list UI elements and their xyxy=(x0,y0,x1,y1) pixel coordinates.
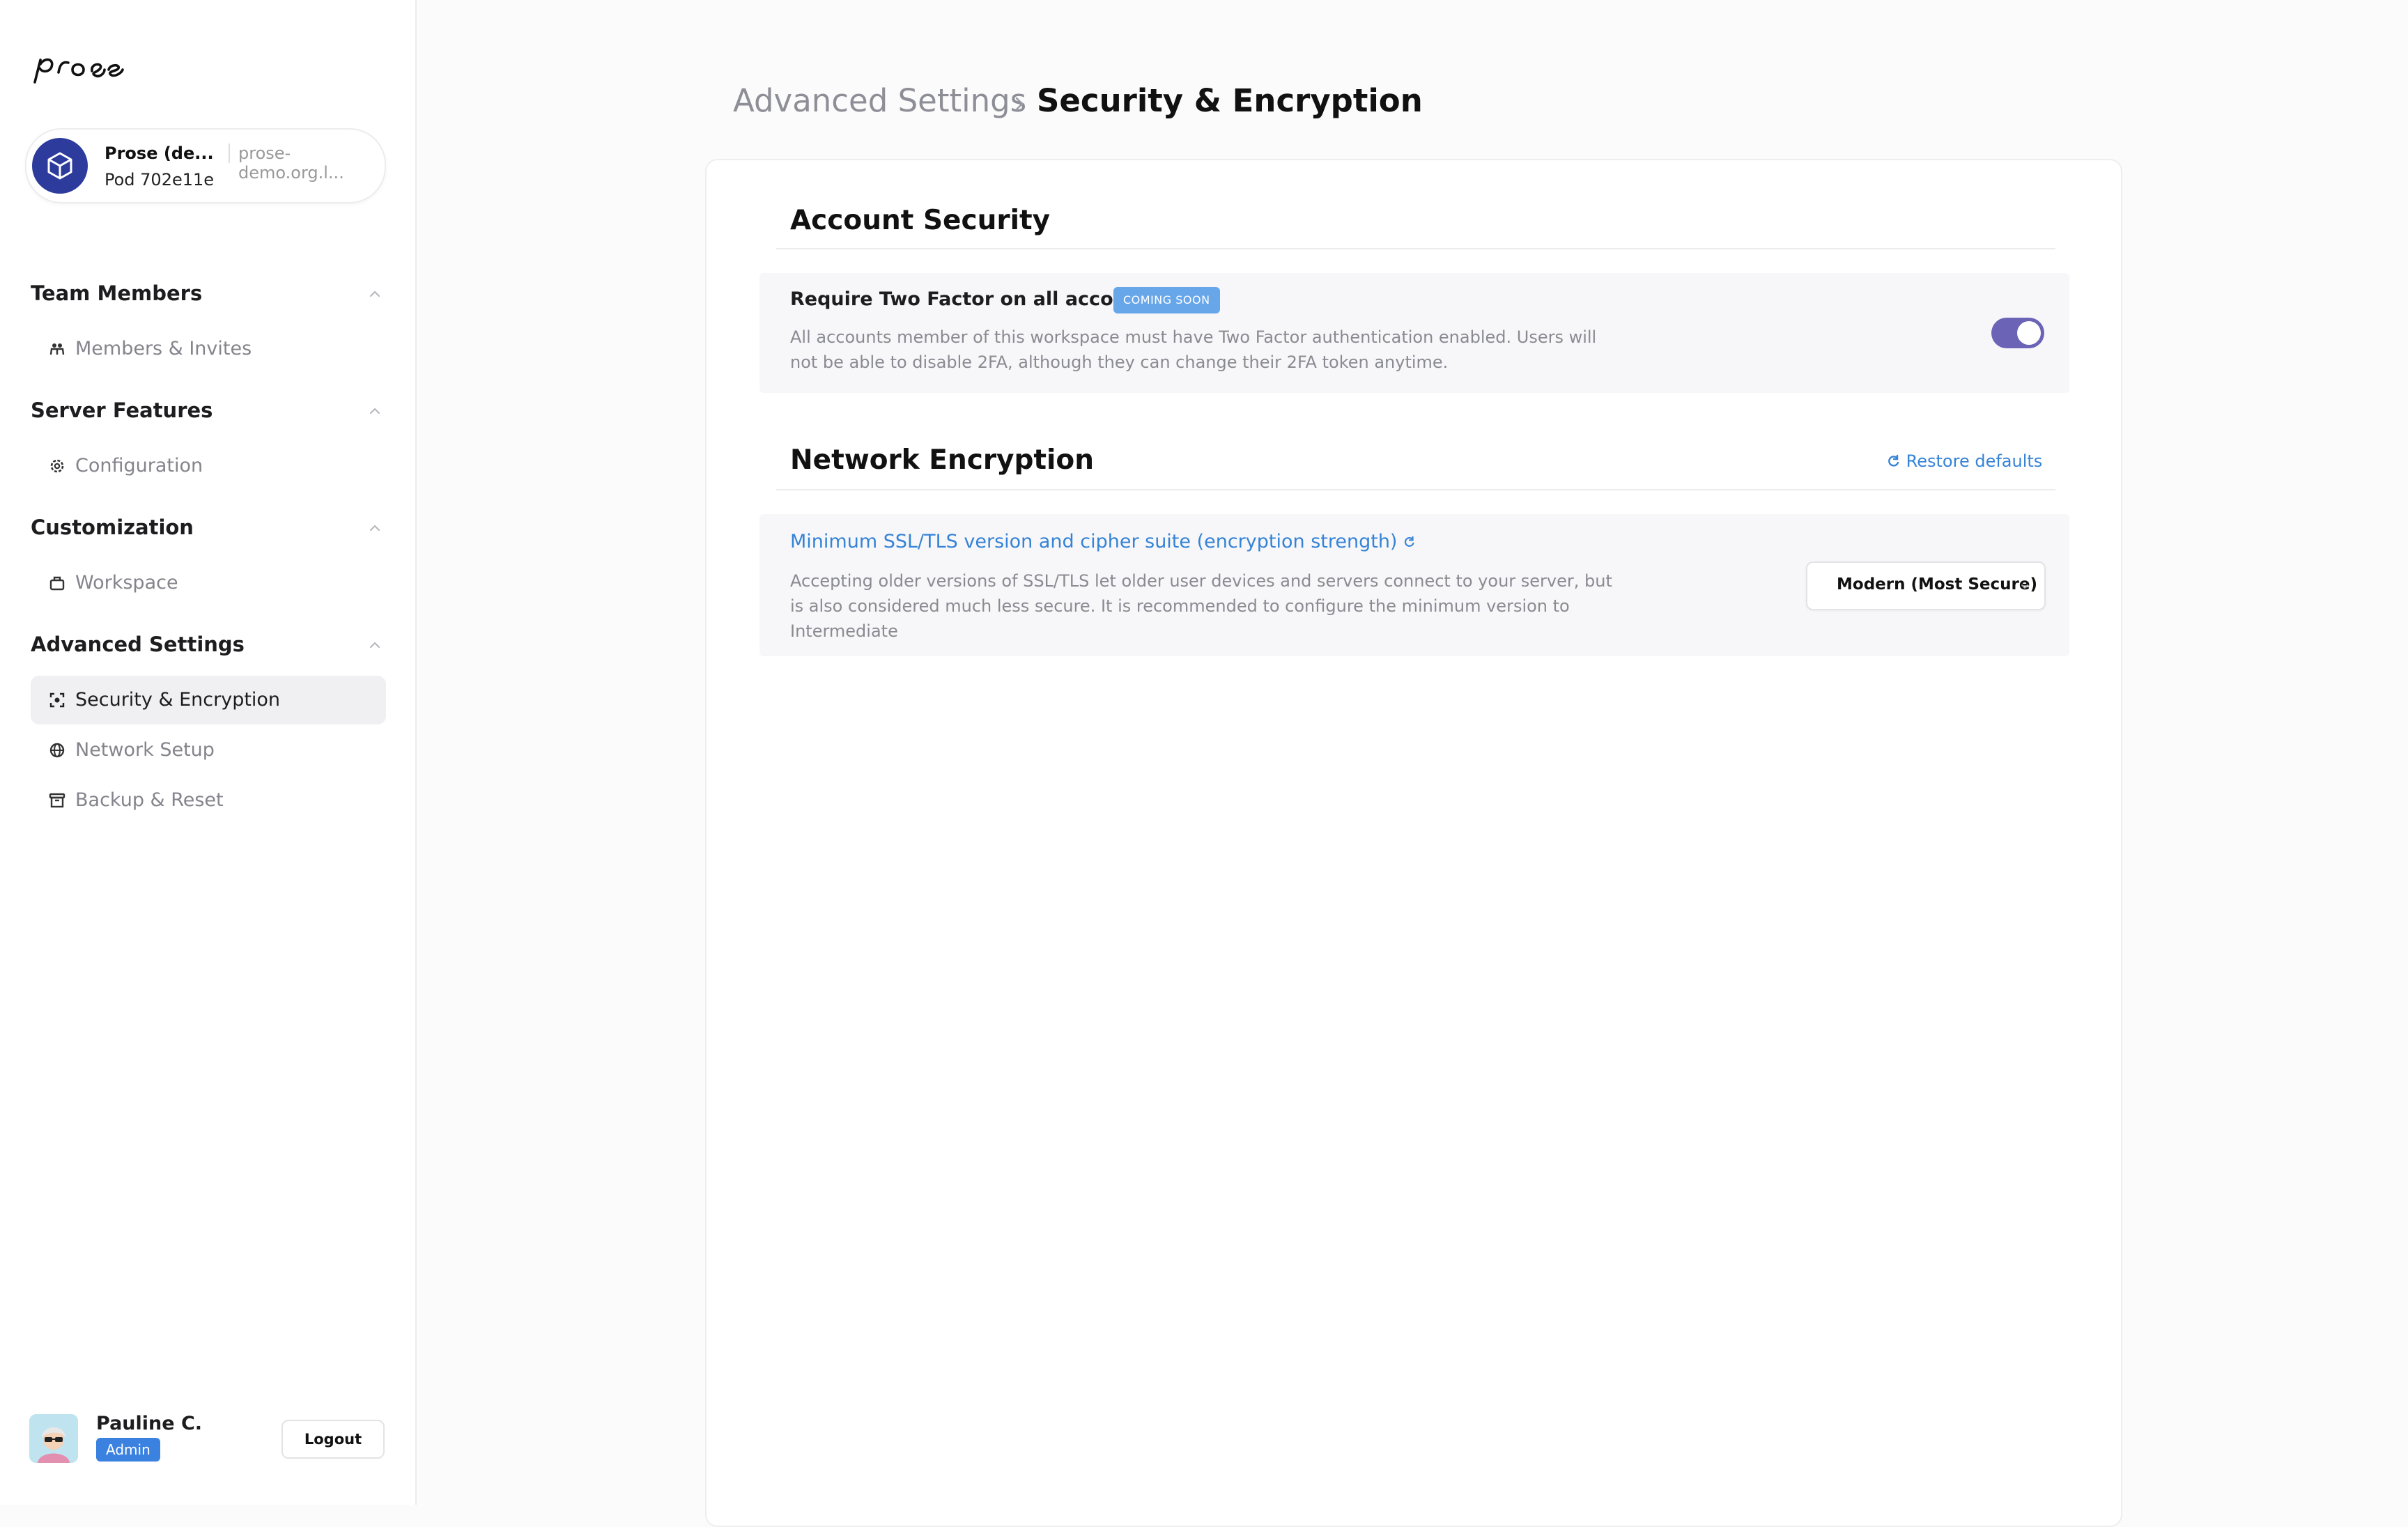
globe-icon xyxy=(49,743,65,758)
pod-separator xyxy=(229,144,230,163)
tls-version-select[interactable]: Modern (Most Secure) xyxy=(1806,561,2046,610)
page-title: Security & Encryption xyxy=(1037,82,1423,119)
sidebar-item-label: Network Setup xyxy=(75,739,215,761)
pod-switcher[interactable]: Prose (de... prose-demo.org.l... Pod 702… xyxy=(25,128,386,203)
two-factor-row: Require Two Factor on all accounts COMIN… xyxy=(759,273,2069,393)
divider xyxy=(776,489,2055,490)
refresh-icon xyxy=(1888,454,1899,467)
chevron-down-icon xyxy=(2021,584,2028,589)
chevron-up-icon[interactable] xyxy=(368,521,382,535)
network-encryption-title: Network Encryption xyxy=(790,444,1094,476)
sidebar-item-workspace[interactable]: Workspace xyxy=(31,559,386,607)
sidebar-item-configuration[interactable]: Configuration xyxy=(31,442,386,490)
section-title-advanced-settings[interactable]: Advanced Settings xyxy=(31,633,245,656)
restore-defaults-label: Restore defaults xyxy=(1906,451,2043,471)
two-factor-toggle[interactable] xyxy=(1991,318,2044,348)
select-value: Modern (Most Secure) xyxy=(1837,575,2037,594)
prose-logo[interactable] xyxy=(31,49,170,93)
toggle-knob xyxy=(2017,321,2041,345)
section-title-team-members[interactable]: Team Members xyxy=(31,281,202,305)
pod-name: Prose (de... xyxy=(105,144,214,163)
chevron-up-icon[interactable] xyxy=(368,638,382,652)
section-title-customization[interactable]: Customization xyxy=(31,516,194,539)
two-factor-description-line1: All accounts member of this workspace mu… xyxy=(790,327,1597,347)
tls-description-line2: is also considered much less secure. It … xyxy=(790,596,1570,616)
cube-icon xyxy=(47,152,72,180)
role-badge: Admin xyxy=(96,1438,160,1462)
sidebar-item-security-encryption[interactable]: Security & Encryption xyxy=(31,676,386,724)
chevron-up-icon[interactable] xyxy=(368,287,382,301)
tls-description-line3: Intermediate xyxy=(790,621,898,641)
tls-row: Minimum SSL/TLS version and cipher suite… xyxy=(759,514,2069,656)
sidebar: Prose (de... prose-demo.org.l... Pod 702… xyxy=(0,0,417,1505)
members-icon xyxy=(49,343,65,355)
sidebar-item-backup-reset[interactable]: Backup & Reset xyxy=(31,776,386,825)
tls-title: Minimum SSL/TLS version and cipher suite… xyxy=(790,531,1398,552)
divider xyxy=(776,248,2055,249)
sidebar-item-label: Workspace xyxy=(75,572,178,594)
sidebar-item-network-setup[interactable]: Network Setup xyxy=(31,726,386,775)
restore-defaults-link[interactable]: Restore defaults xyxy=(1887,451,2042,471)
chevron-up-icon[interactable] xyxy=(368,404,382,418)
sidebar-item-label: Backup & Reset xyxy=(75,789,224,811)
pod-avatar xyxy=(32,138,88,194)
prose-logo-mark xyxy=(33,58,124,84)
sidebar-item-label: Security & Encryption xyxy=(75,689,281,711)
settings-card: Account Security Require Two Factor on a… xyxy=(705,159,2122,1527)
two-factor-description-line2: not be able to disable 2FA, although the… xyxy=(790,352,1449,372)
tls-title-link[interactable]: Minimum SSL/TLS version and cipher suite… xyxy=(790,531,1416,552)
gear-icon xyxy=(50,459,64,473)
archive-icon xyxy=(49,793,65,808)
sidebar-item-label: Members & Invites xyxy=(75,338,252,359)
briefcase-icon xyxy=(49,576,65,591)
section-title-server-features[interactable]: Server Features xyxy=(31,398,213,422)
breadcrumb-parent[interactable]: Advanced Settings xyxy=(733,82,1026,119)
pod-domain: prose-demo.org.l... xyxy=(238,144,344,183)
avatar-illustration xyxy=(29,1414,78,1463)
pod-id: Pod 702e11e xyxy=(105,170,215,189)
sidebar-item-members-invites[interactable]: Members & Invites xyxy=(31,325,386,373)
user-name: Pauline C. xyxy=(96,1413,203,1434)
external-link-icon xyxy=(1405,536,1414,547)
chevron-right-icon xyxy=(1015,97,1024,111)
logout-button[interactable]: Logout xyxy=(281,1420,385,1459)
coming-soon-badge: COMING SOON xyxy=(1113,287,1220,313)
sidebar-item-label: Configuration xyxy=(75,455,203,476)
account-security-title: Account Security xyxy=(790,205,1051,236)
security-scan-icon xyxy=(49,692,65,708)
user-avatar[interactable] xyxy=(29,1414,78,1463)
tls-description-line1: Accepting older versions of SSL/TLS let … xyxy=(790,571,1612,591)
two-factor-title: Require Two Factor on all accounts xyxy=(790,288,1161,310)
